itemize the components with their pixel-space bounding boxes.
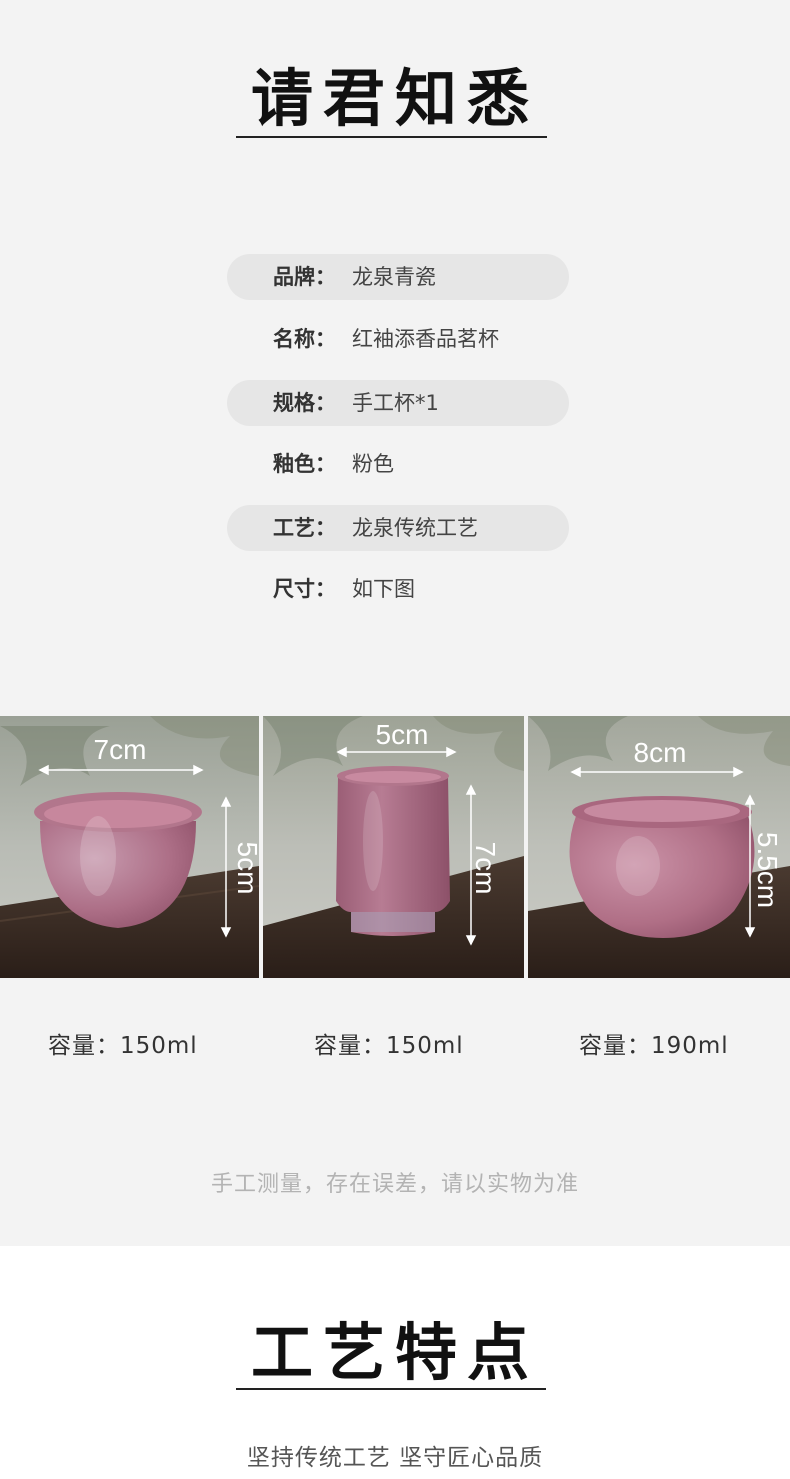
notice-title: 请君知悉 bbox=[250, 62, 539, 135]
notice-title-underline bbox=[236, 136, 547, 138]
measurement-note: 手工测量，存在误差，请以实物为准 bbox=[210, 1172, 579, 1197]
spec-label: 规格： bbox=[273, 391, 336, 415]
height-label: 5cm bbox=[232, 842, 263, 895]
dimension-overlay: 7cm 5cm 5cm 7cm 8cm 5.5cm bbox=[38, 719, 783, 946]
arrow-head bbox=[193, 764, 204, 776]
spec-row-size: 尺寸： 如下图 bbox=[227, 566, 569, 612]
height-label: 7cm bbox=[470, 842, 501, 895]
arrow-head bbox=[733, 766, 744, 778]
spec-label: 名称： bbox=[273, 327, 336, 351]
width-label: 8cm bbox=[634, 737, 687, 768]
craft-subtitle: 坚持传统工艺 坚守匠心品质 bbox=[246, 1445, 544, 1471]
spec-value: 红袖添香品茗杯 bbox=[352, 327, 499, 351]
spec-row-craft: 工艺： 龙泉传统工艺 bbox=[227, 505, 569, 551]
spec-row-brand: 品牌： 龙泉青瓷 bbox=[227, 254, 569, 300]
spec-value: 龙泉青瓷 bbox=[352, 265, 436, 289]
arrow-head bbox=[446, 746, 457, 758]
craft-title-underline bbox=[236, 1388, 546, 1390]
craft-title: 工艺特点 bbox=[250, 1316, 539, 1389]
arrow-head bbox=[220, 927, 232, 938]
arrow-head bbox=[465, 935, 477, 946]
spec-value: 如下图 bbox=[352, 577, 415, 601]
height-label: 5.5cm bbox=[752, 832, 783, 908]
arrow-head bbox=[336, 746, 347, 758]
arrow-head bbox=[465, 784, 477, 795]
capacity-label: 容量：190ml bbox=[579, 1033, 729, 1059]
spec-value: 粉色 bbox=[352, 452, 394, 476]
spec-row-name: 名称： 红袖添香品茗杯 bbox=[227, 316, 569, 362]
spec-label: 釉色： bbox=[273, 452, 336, 476]
spec-row-glaze: 釉色： 粉色 bbox=[227, 441, 569, 487]
arrow-head bbox=[744, 927, 756, 938]
capacity-label: 容量：150ml bbox=[48, 1033, 198, 1059]
spec-row-spec: 规格： 手工杯*1 bbox=[227, 380, 569, 426]
spec-label: 尺寸： bbox=[273, 577, 336, 601]
arrow-head bbox=[570, 766, 581, 778]
spec-value: 龙泉传统工艺 bbox=[352, 516, 478, 540]
spec-label: 品牌： bbox=[273, 265, 336, 289]
width-label: 7cm bbox=[94, 734, 147, 765]
spec-value: 手工杯*1 bbox=[352, 391, 439, 415]
capacity-label: 容量：150ml bbox=[314, 1033, 464, 1059]
arrow-head bbox=[744, 794, 756, 805]
arrow-head bbox=[220, 796, 232, 807]
spec-label: 工艺： bbox=[273, 516, 336, 540]
arrow-head bbox=[38, 764, 49, 776]
width-label: 5cm bbox=[376, 719, 429, 750]
